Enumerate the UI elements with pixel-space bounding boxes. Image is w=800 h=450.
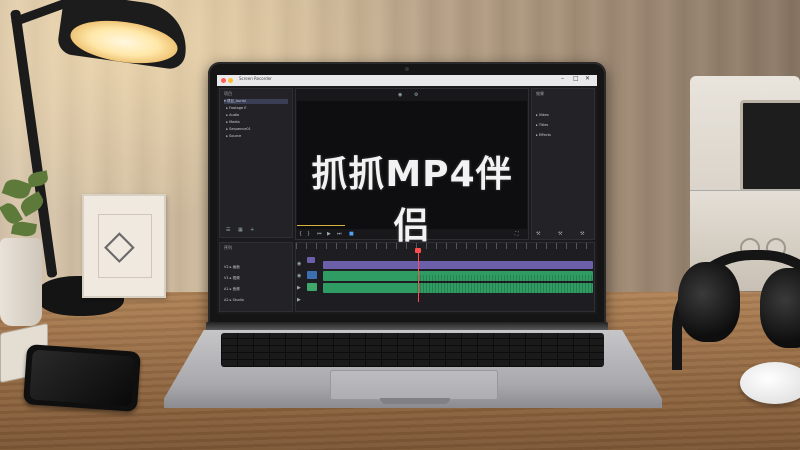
- headphone-cup-left: [678, 262, 740, 342]
- speaker-icon[interactable]: ▶: [297, 297, 301, 303]
- effects-tree-item[interactable]: ▸ Titles: [536, 123, 548, 127]
- timeline-header-label: 序列: [224, 245, 232, 250]
- effects-toolbar-icon[interactable]: ⚒: [580, 231, 584, 237]
- project-tree-item[interactable]: ▸ Sequence01: [224, 127, 251, 131]
- laptop-keyboard: [221, 333, 604, 367]
- maximize-icon[interactable]: □: [573, 75, 579, 82]
- audio-clip[interactable]: [417, 275, 593, 293]
- computer-mouse: [740, 362, 800, 404]
- video-clip[interactable]: [323, 261, 593, 269]
- effects-toolbar-icon[interactable]: ⚒: [536, 231, 540, 237]
- mark-in-icon[interactable]: {: [299, 231, 302, 237]
- video-clip[interactable]: [307, 257, 315, 263]
- settings-icon[interactable]: ⚙: [414, 92, 418, 98]
- program-monitor-viewer: 抓抓MP4伴侣: [297, 101, 527, 247]
- track-header[interactable]: A2 ▸ Studio: [224, 298, 244, 302]
- step-back-icon[interactable]: ⏮: [317, 231, 322, 237]
- transport-controls: { } ⏮ ▶ ⏭ ■ ⛶: [297, 231, 527, 239]
- project-tree-item[interactable]: ▸ Source: [224, 134, 241, 138]
- effects-panel-title: 效果: [536, 91, 544, 96]
- export-frame-icon[interactable]: ■: [349, 231, 354, 237]
- smartphone: [23, 344, 141, 412]
- laptop-trackpad: [330, 370, 498, 400]
- plant-pot: [0, 238, 42, 326]
- play-icon[interactable]: ▶: [327, 231, 331, 237]
- new-item-icon[interactable]: +: [250, 227, 254, 233]
- fullscreen-icon[interactable]: ⛶: [515, 231, 519, 237]
- minimize-icon[interactable]: –: [561, 75, 564, 82]
- device-display: [740, 100, 800, 192]
- eye-icon[interactable]: ◉: [297, 261, 301, 267]
- headphone-cup-right: [760, 268, 800, 348]
- track-header[interactable]: A1 ▸ 音频: [224, 287, 240, 292]
- effects-tree-item[interactable]: ▸ Video: [536, 113, 549, 117]
- project-panel: 项目 ▾ 项目_Aurial ▸ Footage E ▸ Audio ▸ Med…: [219, 88, 293, 238]
- laptop-screen: Screen Recorder – □ ✕ 项目 ▾ 项目_Aurial ▸ F…: [217, 75, 597, 314]
- project-tree-item[interactable]: ▸ Footage E: [224, 106, 246, 110]
- project-tree-item[interactable]: ▸ Media: [224, 120, 239, 124]
- effects-tree-item[interactable]: ▸ Effects: [536, 133, 551, 137]
- project-tree-item[interactable]: ▾ 项目_Aurial: [224, 99, 288, 104]
- speaker-icon[interactable]: ▶: [297, 285, 301, 291]
- grid-view-icon[interactable]: ▦: [238, 227, 243, 233]
- effects-toolbar-icon[interactable]: ⚒: [558, 231, 562, 237]
- window-title: Screen Recorder: [239, 76, 272, 81]
- track-header[interactable]: V1 ▸ 视频: [224, 276, 240, 281]
- timeline-track-headers: 序列 V2 ▸ 画面 V1 ▸ 视频 A1 ▸ 音频 A2 ▸ Studio: [219, 242, 293, 312]
- eye-icon[interactable]: ◉: [297, 273, 301, 279]
- window-titlebar: Screen Recorder – □ ✕: [217, 75, 597, 86]
- paper-plane-icon: ◇: [104, 222, 135, 268]
- laptop-front-notch: [380, 398, 450, 404]
- audio-clip[interactable]: [307, 283, 317, 291]
- list-view-icon[interactable]: ☰: [226, 227, 230, 233]
- webcam: [405, 67, 409, 71]
- effects-panel: 效果 ▸ Video ▸ Titles ▸ Effects ⚒ ⚒ ⚒: [531, 88, 595, 240]
- video-clip[interactable]: [307, 271, 317, 279]
- project-panel-title: 项目: [224, 91, 232, 96]
- zoom-icon[interactable]: ◉: [398, 92, 402, 98]
- playhead[interactable]: [418, 250, 419, 302]
- close-icon[interactable]: ✕: [585, 75, 590, 82]
- step-forward-icon[interactable]: ⏭: [337, 231, 342, 237]
- project-tree-item[interactable]: ▸ Audio: [224, 113, 239, 117]
- mark-out-icon[interactable]: }: [307, 231, 310, 237]
- minimize-dot-icon[interactable]: [228, 78, 233, 83]
- playback-progress-bar[interactable]: [297, 225, 345, 226]
- track-header[interactable]: V2 ▸ 画面: [224, 265, 240, 270]
- close-dot-icon[interactable]: [221, 78, 226, 83]
- timeline-ruler[interactable]: [296, 243, 596, 249]
- photo-scene: ◇ Screen Recorder – □ ✕ 项目 ▾ 项目_Aurial ▸…: [0, 0, 800, 450]
